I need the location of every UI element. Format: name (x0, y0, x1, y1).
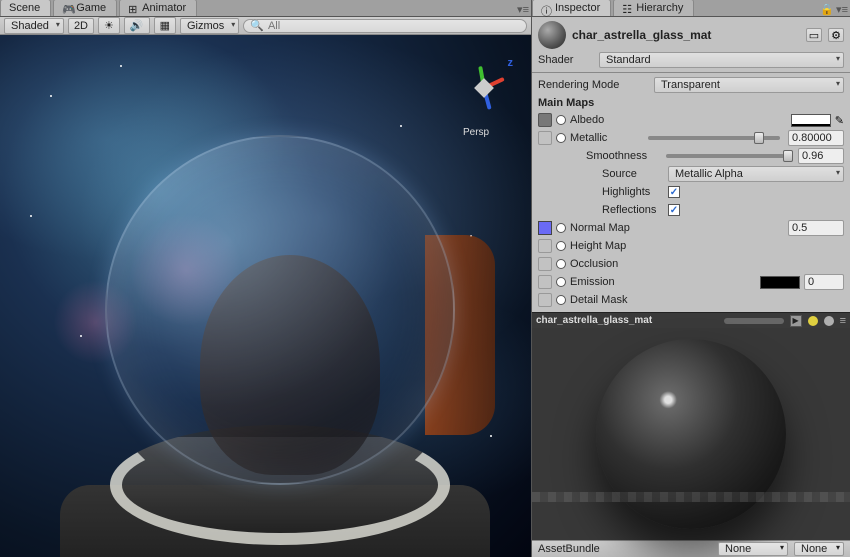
metallic-value[interactable]: 0.80000 (788, 130, 844, 146)
highlights-label: Highlights (602, 186, 664, 198)
occlusion-radio[interactable] (556, 259, 566, 269)
occlusion-label: Occlusion (570, 258, 618, 270)
reflections-checkbox[interactable]: ✓ (668, 204, 680, 216)
preview-drag-handle[interactable] (724, 318, 784, 324)
scene-view[interactable]: z Persp (0, 35, 531, 557)
smoothness-label: Smoothness (586, 150, 658, 162)
metallic-radio[interactable] (556, 133, 566, 143)
2d-toggle[interactable]: 2D (68, 18, 94, 34)
hierarchy-icon: ☷ (622, 3, 632, 13)
play-icon[interactable]: ▶ (790, 315, 802, 327)
normal-map-value[interactable]: 0.5 (788, 220, 844, 236)
rendering-mode-dropdown[interactable]: Transparent (654, 77, 844, 93)
inspector-body: Rendering Mode Transparent Main Maps Alb… (532, 73, 850, 312)
albedo-label: Albedo (570, 114, 604, 126)
tab-context-menu-left[interactable]: ▾≡ (515, 3, 531, 16)
audio-toggle[interactable]: 🔊 (124, 17, 150, 34)
albedo-texture-slot[interactable] (538, 113, 552, 127)
preview-title: char_astrella_glass_mat (536, 315, 718, 326)
tab-scene-label: Scene (9, 2, 40, 14)
animator-icon: ⊞ (128, 3, 138, 13)
reflections-label: Reflections (602, 204, 664, 216)
lighting-toggle[interactable]: ☀ (98, 17, 120, 34)
book-icon: ▭ (809, 29, 819, 42)
height-map-texture-slot[interactable] (538, 239, 552, 253)
lock-icon[interactable]: 🔒 (820, 3, 834, 16)
sun-icon: ☀ (104, 19, 114, 32)
left-tab-bar: Scene 🎮 Game ⊞ Animator ▾≡ (0, 0, 531, 17)
game-icon: 🎮 (62, 3, 72, 13)
material-name: char_astrella_glass_mat (572, 28, 800, 42)
rendering-mode-label: Rendering Mode (538, 79, 650, 91)
emission-radio[interactable] (556, 277, 566, 287)
emission-label: Emission (570, 276, 615, 288)
inspector-header: char_astrella_glass_mat ▭ ⚙ Shader Stand… (532, 17, 850, 73)
normal-map-radio[interactable] (556, 223, 566, 233)
tab-animator[interactable]: ⊞ Animator (119, 0, 197, 16)
tab-hierarchy[interactable]: ☷ Hierarchy (613, 0, 694, 16)
source-dropdown[interactable]: Metallic Alpha (668, 166, 844, 182)
highlights-checkbox[interactable]: ✓ (668, 186, 680, 198)
albedo-color-swatch[interactable] (791, 114, 831, 127)
albedo-radio[interactable] (556, 115, 566, 125)
smoothness-slider[interactable] (666, 154, 790, 158)
smoothness-value[interactable]: 0.96 (798, 148, 844, 164)
tab-game[interactable]: 🎮 Game (53, 0, 117, 16)
tab-inspector[interactable]: ⓘ Inspector (532, 0, 611, 16)
emission-texture-slot[interactable] (538, 275, 552, 289)
gizmos-dropdown[interactable]: Gizmos (180, 18, 239, 34)
asset-bundle-footer: AssetBundle None None (532, 540, 850, 557)
occlusion-texture-slot[interactable] (538, 257, 552, 271)
material-thumbnail (538, 21, 566, 49)
detail-mask-label: Detail Mask (570, 294, 627, 306)
preview-menu-icon[interactable]: ≡ (840, 315, 846, 327)
helmet-glass (105, 135, 455, 485)
detail-mask-radio[interactable] (556, 295, 566, 305)
scene-search-input[interactable] (268, 20, 520, 32)
tab-animator-label: Animator (142, 2, 186, 14)
scene-search[interactable]: 🔍 (243, 19, 527, 33)
metallic-slider[interactable] (648, 136, 780, 140)
shading-mode-dropdown[interactable]: Shaded (4, 18, 64, 34)
orientation-gizmo[interactable]: z Persp (453, 57, 513, 117)
metallic-label: Metallic (570, 132, 640, 144)
metallic-texture-slot[interactable] (538, 131, 552, 145)
main-maps-title: Main Maps (538, 97, 844, 109)
asset-bundle-name-dropdown[interactable]: None (718, 542, 788, 556)
height-map-radio[interactable] (556, 241, 566, 251)
normal-map-texture-slot[interactable] (538, 221, 552, 235)
fx-toggle[interactable]: ▦ (154, 17, 176, 34)
speaker-icon: 🔊 (130, 19, 144, 32)
asset-bundle-label: AssetBundle (538, 543, 600, 555)
height-map-label: Height Map (570, 240, 626, 252)
detail-mask-texture-slot[interactable] (538, 293, 552, 307)
gizmo-z-label: z (508, 57, 514, 69)
tab-game-label: Game (76, 2, 106, 14)
tab-scene[interactable]: Scene (0, 0, 51, 16)
gear-icon: ⚙ (831, 29, 841, 42)
emission-color-swatch[interactable] (760, 276, 800, 289)
light-toggle-icon[interactable] (808, 316, 818, 326)
search-icon: 🔍 (250, 19, 264, 32)
shader-label: Shader (538, 54, 593, 66)
preview-header[interactable]: char_astrella_glass_mat ▶ ≡ (532, 312, 850, 328)
eyedropper-icon[interactable]: ✎ (835, 114, 844, 127)
source-label: Source (602, 168, 664, 180)
tab-inspector-label: Inspector (555, 2, 600, 14)
material-preview[interactable] (532, 328, 850, 540)
asset-bundle-variant-dropdown[interactable]: None (794, 542, 844, 556)
settings-button[interactable]: ⚙ (828, 28, 844, 42)
image-icon: ▦ (160, 19, 170, 32)
right-tab-bar: ⓘ Inspector ☷ Hierarchy 🔒 ▾≡ (532, 0, 850, 17)
sphere-toggle-icon[interactable] (824, 316, 834, 326)
tab-hierarchy-label: Hierarchy (636, 2, 683, 14)
gizmo-persp-label: Persp (463, 127, 489, 138)
normal-map-label: Normal Map (570, 222, 630, 234)
inspector-icon: ⓘ (541, 3, 551, 13)
shader-dropdown[interactable]: Standard (599, 52, 844, 68)
help-button[interactable]: ▭ (806, 28, 822, 42)
scene-toolbar: Shaded 2D ☀ 🔊 ▦ Gizmos 🔍 (0, 17, 531, 35)
tab-context-menu-right[interactable]: ▾≡ (834, 3, 850, 16)
emission-value[interactable]: 0 (804, 274, 844, 290)
